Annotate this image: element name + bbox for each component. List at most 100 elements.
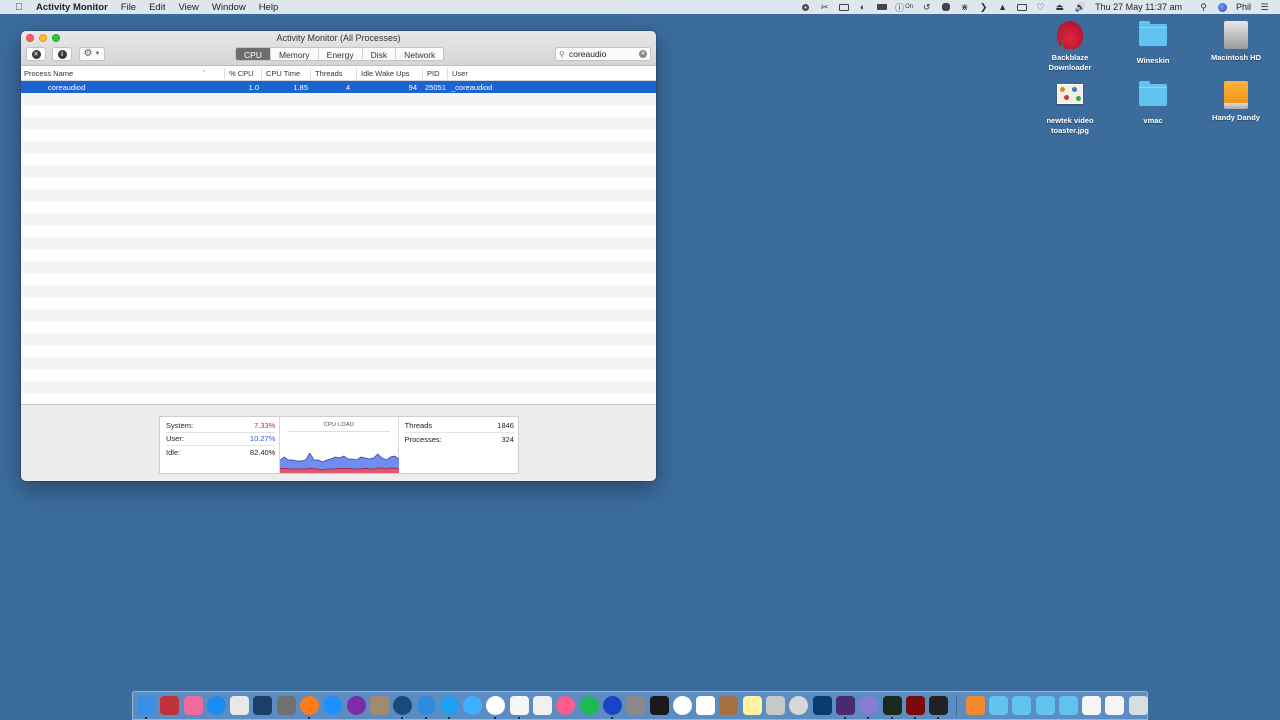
apple-menu-icon[interactable]:  — [12, 2, 26, 13]
table-header: Process Name ⌃ % CPU CPU Time Threads Id… — [21, 66, 656, 81]
chevron-icon[interactable]: ❯ — [978, 2, 989, 12]
empty-table-row — [21, 213, 656, 225]
tab-memory[interactable]: Memory — [271, 48, 319, 60]
column-idle-wake-ups[interactable]: Idle Wake Ups — [356, 68, 410, 79]
inspect-process-button[interactable]: i — [52, 47, 72, 61]
dock-spotify-icon[interactable] — [579, 696, 599, 715]
table-row[interactable]: coreaudiod 1.0 1.85 4 94 25051 _coreaudi… — [21, 81, 656, 93]
column-threads[interactable]: Threads — [310, 68, 343, 79]
dock-activity-monitor-icon[interactable] — [882, 696, 902, 719]
shield-icon[interactable] — [940, 2, 951, 12]
dock-system-preferences-icon[interactable] — [276, 696, 296, 715]
dock-xcode-instruments-icon[interactable] — [626, 696, 646, 715]
clock[interactable]: Thu 27 May 11:37 am — [1095, 2, 1182, 12]
dock-terminal-icon[interactable] — [929, 696, 949, 719]
dock-documents-icon[interactable] — [1012, 696, 1032, 715]
dock-quicktime-player-icon[interactable] — [393, 696, 413, 719]
dock-slack-icon[interactable] — [486, 696, 506, 719]
record-icon[interactable] — [800, 2, 811, 12]
desktop-icon-newtek-image[interactable]: newtek video toaster.jpg — [1030, 80, 1110, 136]
dock-projects-icon[interactable] — [1058, 696, 1078, 715]
dock-app-store-icon[interactable] — [206, 696, 226, 715]
column-cpu-percent[interactable]: % CPU — [224, 68, 254, 79]
desktop-icon-handy-dandy[interactable]: Handy Dandy — [1196, 80, 1276, 123]
wifi-icon[interactable]: ♡ — [1035, 2, 1046, 12]
menu-file[interactable]: File — [121, 2, 136, 13]
menu-help[interactable]: Help — [259, 2, 279, 13]
dock-firefox-icon[interactable] — [300, 696, 320, 719]
menu-window[interactable]: Window — [212, 2, 246, 13]
dock-recent-doc-2-icon[interactable] — [1105, 696, 1125, 715]
dock-home-icon[interactable] — [965, 696, 985, 715]
search-input[interactable] — [569, 49, 639, 59]
dock-trash-icon[interactable] — [1128, 696, 1148, 715]
half-circle-icon[interactable]: ◐ — [857, 2, 868, 12]
column-cpu-time[interactable]: CPU Time — [261, 68, 300, 79]
quit-process-button[interactable]: ✕ — [26, 47, 46, 61]
column-pid[interactable]: PID — [422, 68, 440, 79]
tab-cpu[interactable]: CPU — [236, 48, 271, 60]
bluetooth-icon[interactable]: ⋇ — [959, 2, 970, 12]
user-name[interactable]: Phil — [1236, 2, 1251, 12]
eject-icon[interactable]: ⏏ — [1054, 2, 1065, 12]
battery-icon[interactable] — [876, 2, 887, 12]
dock-chrome-apps-icon[interactable] — [230, 696, 250, 715]
dock-applications-icon[interactable] — [988, 696, 1008, 715]
dock-safari-icon[interactable] — [323, 696, 343, 715]
dock-skype-icon[interactable] — [439, 696, 459, 719]
siri-avatar-icon[interactable] — [1217, 2, 1228, 12]
tab-network[interactable]: Network — [396, 48, 443, 60]
desktop-icon-vmac[interactable]: vmac — [1113, 80, 1193, 126]
dock-home-inventory-icon[interactable] — [253, 696, 273, 715]
window-toolbar[interactable]: Activity Monitor (All Processes) ✕ i ⚙ ▼… — [21, 31, 656, 66]
dock-unknown-tool-icon[interactable] — [369, 696, 389, 715]
dock-photoshop-icon[interactable] — [812, 696, 832, 715]
volume-icon[interactable]: 🔊 — [1073, 2, 1087, 12]
menu-app-name[interactable]: Activity Monitor — [36, 2, 108, 13]
dock-photos-icon[interactable] — [672, 696, 692, 715]
tab-disk[interactable]: Disk — [363, 48, 397, 60]
spotlight-search-icon[interactable]: ⚲ — [1198, 2, 1209, 12]
column-user[interactable]: User — [447, 68, 468, 79]
tab-energy[interactable]: Energy — [319, 48, 363, 60]
time-machine-icon[interactable]: ↺ — [921, 2, 932, 12]
dock-archive-utility-icon[interactable] — [719, 696, 739, 715]
dock-pocket-casts-icon[interactable] — [649, 696, 669, 715]
dock-recent-doc-1-icon[interactable] — [1082, 696, 1102, 715]
notification-center-icon[interactable]: ☰ — [1259, 2, 1270, 12]
dock-tor-browser-icon[interactable] — [346, 696, 366, 715]
menu-edit[interactable]: Edit — [149, 2, 165, 13]
dock-premiere-pro-icon[interactable] — [835, 696, 855, 719]
empty-table-row — [21, 201, 656, 213]
desktop-icon-macintosh-hd[interactable]: Macintosh HD — [1196, 20, 1276, 63]
display-icon[interactable] — [838, 2, 849, 12]
scissors-icon[interactable]: ✂ — [819, 2, 830, 12]
dock-photo-booth-icon[interactable] — [160, 696, 180, 715]
dock-image-capture-icon[interactable] — [766, 696, 786, 715]
dock-itunes-icon[interactable] — [556, 696, 576, 715]
power-icon[interactable]: ⓘ On — [895, 2, 913, 13]
dock-downloads-icon[interactable] — [1035, 696, 1055, 715]
dock-messages-icon[interactable] — [463, 696, 483, 715]
desktop-icon-backblaze[interactable]: ↓ Backblaze Downloader — [1030, 20, 1110, 73]
action-menu-button[interactable]: ⚙ ▼ — [79, 47, 105, 61]
column-process-name[interactable]: Process Name — [24, 69, 73, 78]
desktop-icon-wineskin[interactable]: Wineskin — [1113, 20, 1193, 66]
empty-table-row — [21, 333, 656, 345]
dock-calendar-icon[interactable] — [696, 696, 716, 715]
dock-screen-sharing-icon[interactable] — [183, 696, 203, 715]
dock-compressor-icon[interactable] — [416, 696, 436, 719]
dock-bittorrent-icon[interactable] — [859, 696, 879, 719]
dock-creative-cloud-icon[interactable] — [789, 696, 809, 715]
dock-preview-icon[interactable] — [533, 696, 553, 715]
dock-acrobat-icon[interactable] — [905, 696, 925, 719]
dock-textedit-icon[interactable] — [509, 696, 529, 719]
menu-view[interactable]: View — [178, 2, 198, 13]
dock-finder-icon[interactable] — [137, 696, 156, 719]
search-field[interactable]: ⚲ ✕ — [555, 47, 651, 61]
dock-notes-icon[interactable] — [742, 696, 762, 715]
clear-search-icon[interactable]: ✕ — [639, 50, 647, 58]
dock-audacity-icon[interactable] — [602, 696, 622, 719]
airplay-icon[interactable] — [1016, 2, 1027, 12]
flame-icon[interactable]: ▲ — [997, 2, 1008, 12]
